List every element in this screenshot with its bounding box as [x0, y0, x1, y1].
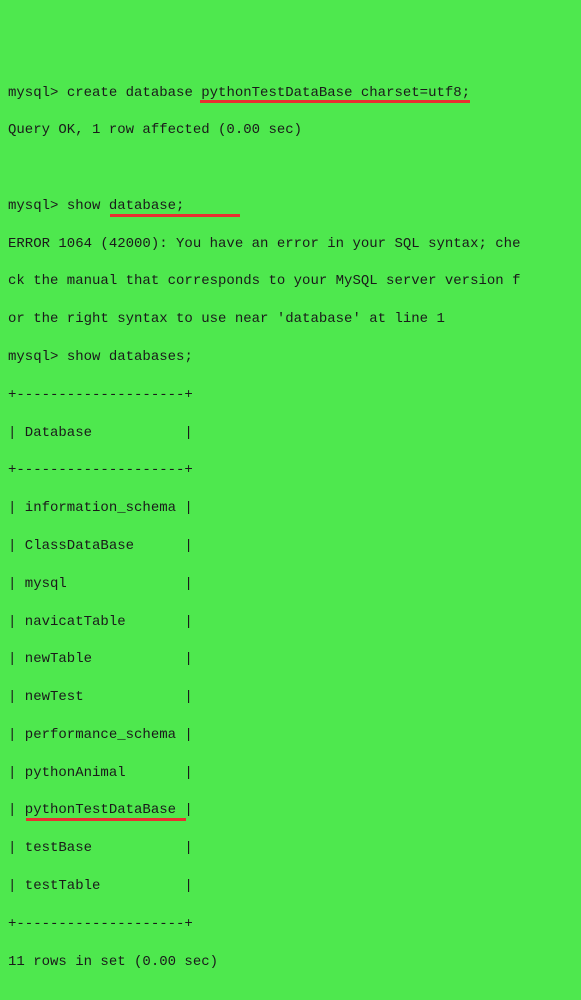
output-text: | Database | [8, 425, 193, 441]
table-row: | ClassDataBase | [8, 537, 573, 556]
terminal-line: Query OK, 1 row affected (0.00 sec) [8, 121, 573, 140]
table-separator: +--------------------+ [8, 461, 573, 480]
table-row: | navicatTable | [8, 613, 573, 632]
terminal-line: ck the manual that corresponds to your M… [8, 272, 573, 291]
output-text: or the right syntax to use near 'databas… [8, 311, 445, 327]
terminal-line [8, 159, 573, 178]
output-text: +--------------------+ [8, 387, 193, 403]
output-text: | performance_schema | [8, 727, 193, 743]
output-text: | mysql | [8, 576, 193, 592]
output-text: Query OK, 1 row affected (0.00 sec) [8, 122, 302, 138]
output-text: ck the manual that corresponds to your M… [8, 273, 520, 289]
table-row: | pythonTestDataBase | [8, 801, 573, 820]
table-row: | testBase | [8, 839, 573, 858]
output-text: +--------------------+ [8, 916, 193, 932]
prompt: mysql> [8, 349, 58, 365]
terminal-line: mysql> show databases; [8, 348, 573, 367]
table-separator: +--------------------+ [8, 915, 573, 934]
terminal-line: ERROR 1064 (42000): You have an error in… [8, 235, 573, 254]
output-text: | newTest | [8, 689, 193, 705]
table-row: | pythonAnimal | [8, 764, 573, 783]
highlight-underline [26, 818, 186, 821]
output-text: | ClassDataBase | [8, 538, 193, 554]
highlight-underline [200, 100, 470, 103]
output-text: | pythonTestDataBase | [8, 802, 193, 818]
output-text: 11 rows in set (0.00 sec) [8, 954, 218, 970]
output-text: | pythonAnimal | [8, 765, 193, 781]
command-text: show databases; [58, 349, 192, 365]
prompt: mysql> [8, 198, 58, 214]
output-text: | testTable | [8, 878, 193, 894]
table-row: | newTest | [8, 688, 573, 707]
highlight-underline [110, 214, 240, 217]
table-row: | newTable | [8, 650, 573, 669]
terminal-line: 11 rows in set (0.00 sec) [8, 953, 573, 972]
output-text: | information_schema | [8, 500, 193, 516]
output-text: ERROR 1064 (42000): You have an error in… [8, 236, 520, 252]
terminal-line: mysql> show database; [8, 197, 573, 216]
terminal-line: mysql> create database pythonTestDataBas… [8, 84, 573, 103]
table-row: | mysql | [8, 575, 573, 594]
output-text: | navicatTable | [8, 614, 193, 630]
table-row: | information_schema | [8, 499, 573, 518]
output-text: +--------------------+ [8, 462, 193, 478]
command-text: show database; [58, 198, 184, 214]
output-text: | newTable | [8, 651, 193, 667]
table-row: | performance_schema | [8, 726, 573, 745]
prompt: mysql> [8, 85, 58, 101]
terminal-line [8, 990, 573, 1000]
table-header: | Database | [8, 424, 573, 443]
output-text: | testBase | [8, 840, 193, 856]
table-row: | testTable | [8, 877, 573, 896]
command-text: create database pythonTestDataBase chars… [58, 85, 470, 101]
table-separator: +--------------------+ [8, 386, 573, 405]
terminal-line: or the right syntax to use near 'databas… [8, 310, 573, 329]
